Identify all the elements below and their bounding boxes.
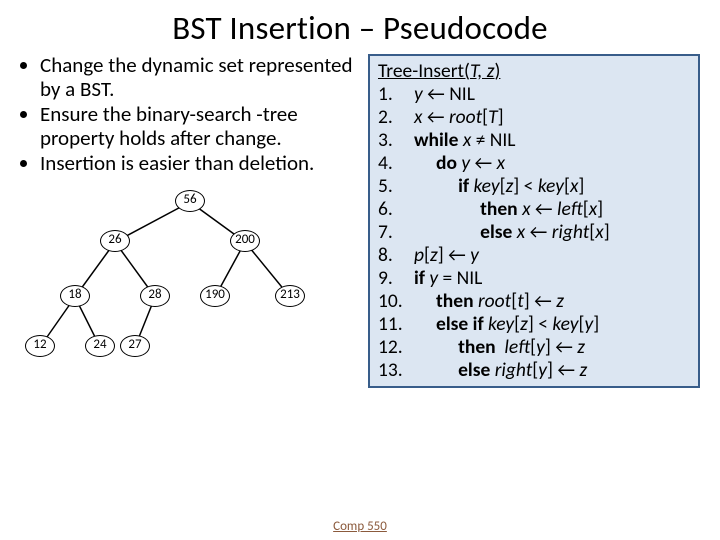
tree-edges — [20, 182, 350, 382]
line-number: 11. — [378, 313, 414, 336]
line-body: while x ≠ NIL — [414, 129, 690, 152]
bullet-item: Change the dynamic set represented by a … — [40, 54, 360, 101]
bullet-column: Change the dynamic set represented by a … — [20, 54, 360, 388]
tree-node: 190 — [200, 285, 230, 307]
code-line: 3.while x ≠ NIL — [378, 129, 690, 152]
code-line: 2.x ← root[T] — [378, 106, 690, 129]
line-body: else x ← right[x] — [414, 221, 690, 244]
line-body: y ← NIL — [414, 83, 690, 106]
pseudocode-header: Tree-Insert(T, z) — [378, 60, 690, 83]
code-line: 6. then x ← left[x] — [378, 198, 690, 221]
code-line: 13. else right[y] ← z — [378, 359, 690, 382]
line-number: 7. — [378, 221, 414, 244]
line-body: else right[y] ← z — [414, 359, 690, 382]
tree-node: 12 — [25, 335, 55, 357]
code-line: 5. if key[z] < key[x] — [378, 175, 690, 198]
tree-node: 213 — [275, 285, 305, 307]
code-line: 12. then left[y] ← z — [378, 336, 690, 359]
tree-node: 56 — [175, 190, 205, 212]
line-number: 5. — [378, 175, 414, 198]
line-body: p[z] ← y — [414, 244, 690, 267]
line-body: x ← root[T] — [414, 106, 690, 129]
line-number: 10. — [378, 290, 414, 313]
code-line: 4. do y ← x — [378, 152, 690, 175]
pseudocode-lines: 1.y ← NIL2.x ← root[T]3.while x ≠ NIL4. … — [378, 83, 690, 382]
slide-footer: Comp 550 — [0, 519, 720, 534]
line-number: 9. — [378, 267, 414, 290]
code-line: 7. else x ← right[x] — [378, 221, 690, 244]
code-line: 1.y ← NIL — [378, 83, 690, 106]
line-number: 8. — [378, 244, 414, 267]
tree-node: 27 — [120, 335, 150, 357]
line-body: else if key[z] < key[y] — [414, 313, 690, 336]
bullet-item: Ensure the binary-search -tree property … — [40, 103, 360, 150]
bst-tree-diagram: 56 26 200 18 28 190 213 12 24 27 — [20, 182, 350, 382]
tree-node: 26 — [100, 230, 130, 252]
line-number: 12. — [378, 336, 414, 359]
slide-title: BST Insertion – Pseudocode — [20, 8, 700, 48]
line-body: then x ← left[x] — [414, 198, 690, 221]
line-body: then left[y] ← z — [414, 336, 690, 359]
line-body: then root[t] ← z — [414, 290, 690, 313]
tree-node: 24 — [85, 335, 115, 357]
tree-node: 28 — [140, 285, 170, 307]
line-body: if y = NIL — [414, 267, 690, 290]
function-name: Tree-Insert(T, z) — [378, 59, 500, 83]
line-number: 6. — [378, 198, 414, 221]
tree-node: 200 — [230, 230, 260, 252]
line-number: 1. — [378, 83, 414, 106]
line-number: 13. — [378, 359, 414, 382]
code-line: 8.p[z] ← y — [378, 244, 690, 267]
code-line: 10. then root[t] ← z — [378, 290, 690, 313]
line-number: 3. — [378, 129, 414, 152]
pseudocode-box: Tree-Insert(T, z) 1.y ← NIL2.x ← root[T]… — [368, 54, 700, 388]
line-number: 2. — [378, 106, 414, 129]
line-body: if key[z] < key[x] — [414, 175, 690, 198]
bullet-list: Change the dynamic set represented by a … — [20, 54, 360, 176]
code-line: 11. else if key[z] < key[y] — [378, 313, 690, 336]
bullet-item: Insertion is easier than deletion. — [40, 152, 360, 176]
code-line: 9.if y = NIL — [378, 267, 690, 290]
tree-node: 18 — [60, 285, 90, 307]
line-body: do y ← x — [414, 152, 690, 175]
line-number: 4. — [378, 152, 414, 175]
